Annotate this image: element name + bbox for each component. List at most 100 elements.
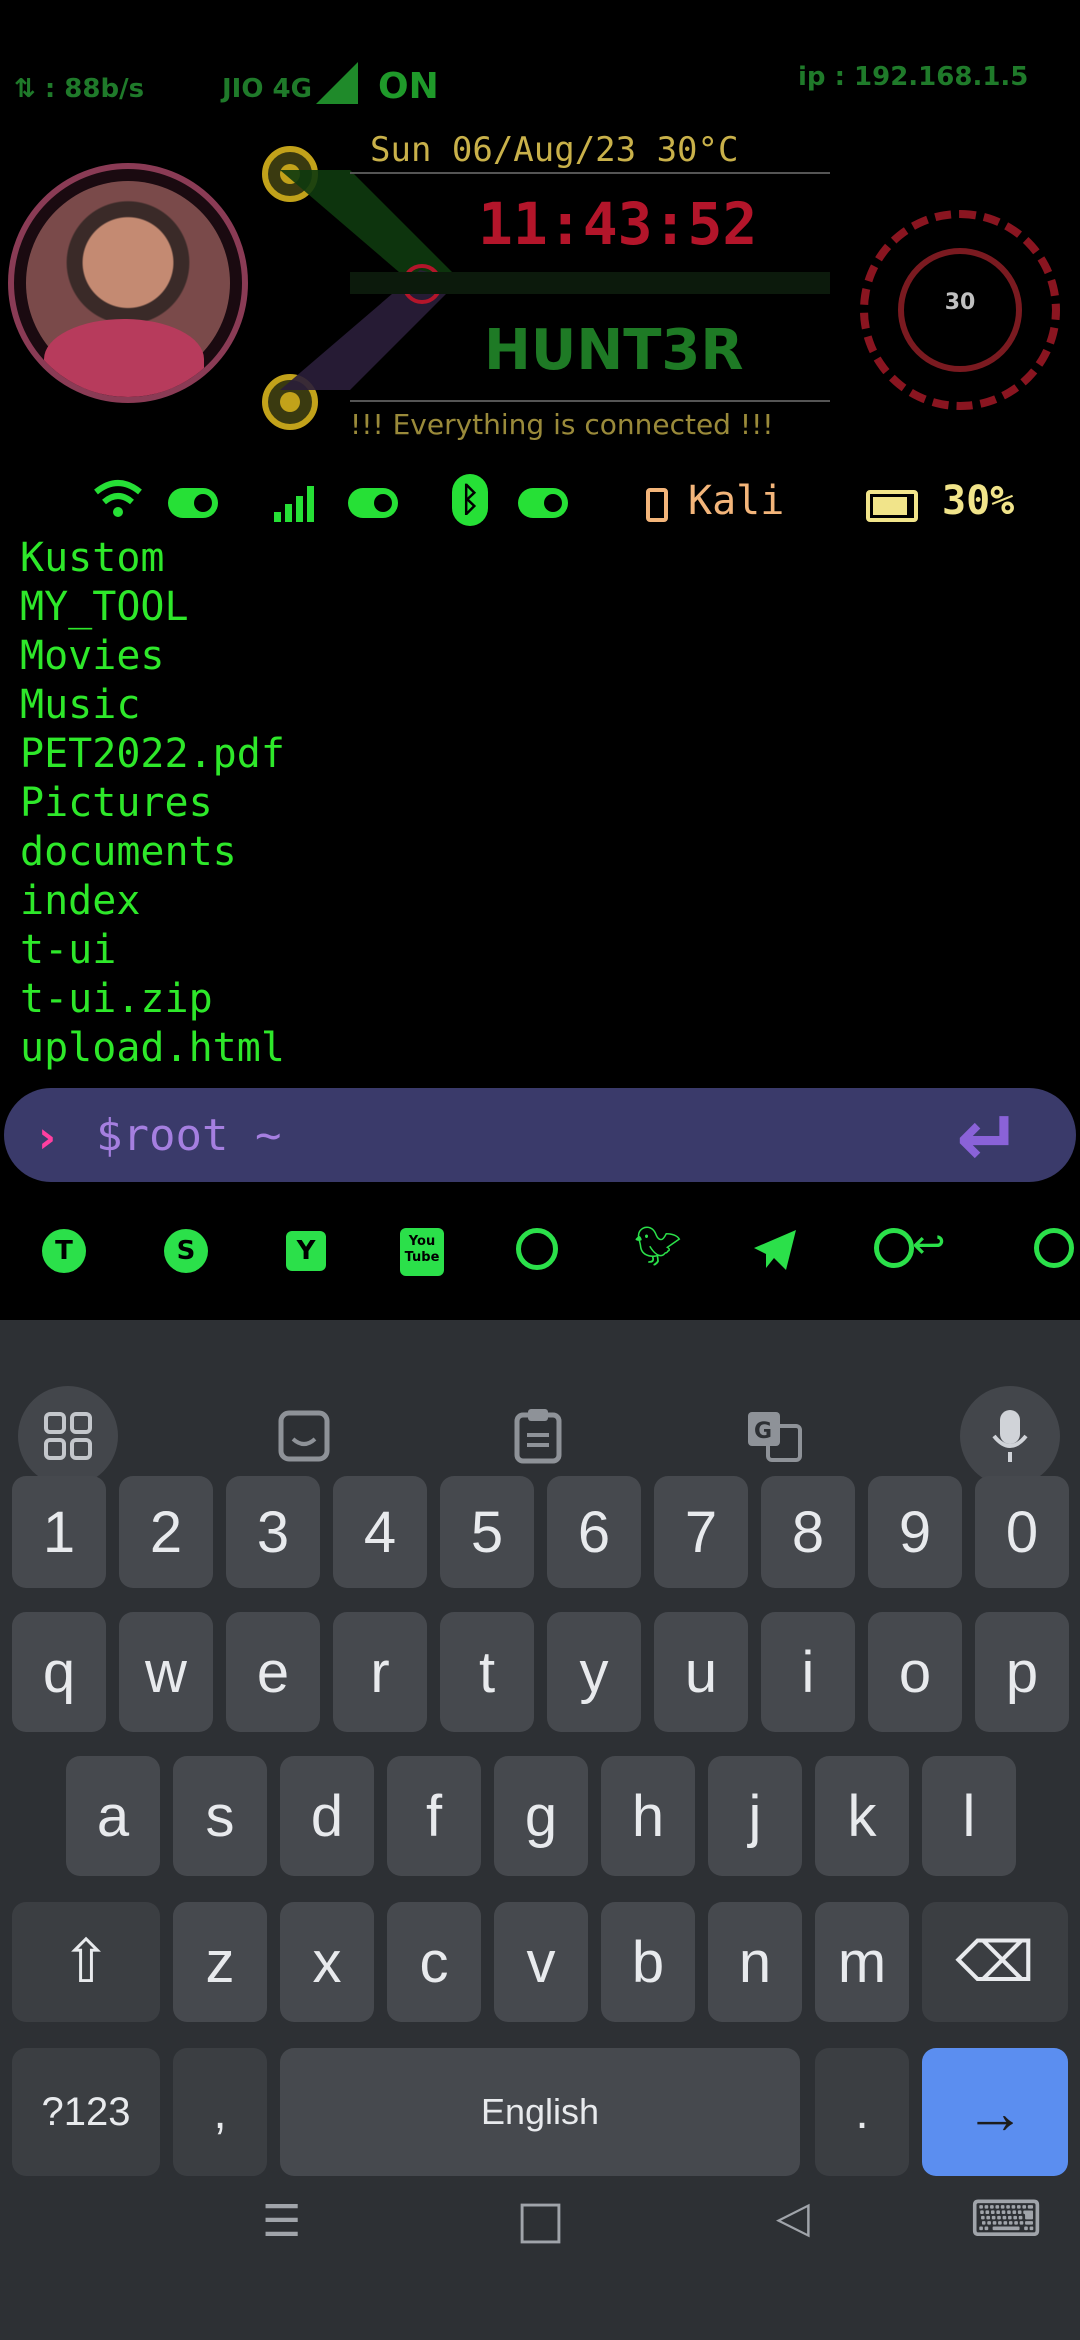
key-2[interactable]: 2 <box>119 1476 213 1588</box>
key-x[interactable]: x <box>280 1902 374 2022</box>
key-b[interactable]: b <box>601 1902 695 2022</box>
list-item: Music <box>20 682 141 728</box>
connection-message: !!! Everything is connected !!! <box>350 408 774 441</box>
key-u[interactable]: u <box>654 1612 748 1732</box>
app-t-icon[interactable]: T <box>42 1229 86 1273</box>
whatsapp-reply-icon[interactable] <box>874 1228 914 1268</box>
wifi-toggle[interactable] <box>168 488 218 518</box>
list-item: Pictures <box>20 780 213 826</box>
key-k[interactable]: k <box>815 1756 909 1876</box>
key-5[interactable]: 5 <box>440 1476 534 1588</box>
network-name: JIO 4G <box>222 74 312 104</box>
phone-icon <box>646 488 668 522</box>
header-band <box>350 272 830 294</box>
key-j[interactable]: j <box>708 1756 802 1876</box>
backspace-key[interactable]: ⌫ <box>922 1902 1068 2022</box>
key-z[interactable]: z <box>173 1902 267 2022</box>
whatsapp-business-icon[interactable] <box>1034 1228 1074 1268</box>
key-w[interactable]: w <box>119 1612 213 1732</box>
telegram-icon[interactable] <box>752 1228 798 1272</box>
prompt-chevron-icon: › <box>38 1112 57 1163</box>
avatar[interactable] <box>8 163 248 403</box>
shift-key[interactable]: ⇧ <box>12 1902 160 2022</box>
gauge-value: 30 <box>944 290 976 315</box>
key-6[interactable]: 6 <box>547 1476 641 1588</box>
prompt-text: $root ~ <box>96 1110 282 1161</box>
app-s-icon[interactable]: S <box>164 1229 208 1273</box>
key-9[interactable]: 9 <box>868 1476 962 1588</box>
youtube-icon[interactable]: You Tube <box>400 1228 444 1276</box>
translate-icon[interactable]: G <box>724 1386 824 1486</box>
app-y-icon[interactable]: Y <box>286 1231 326 1271</box>
device-label: Kali <box>688 478 785 524</box>
key-c[interactable]: c <box>387 1902 481 2022</box>
keyboard-switch-icon[interactable]: ⌨ <box>970 2190 1042 2248</box>
list-item: Kustom <box>20 535 165 581</box>
key-8[interactable]: 8 <box>761 1476 855 1588</box>
symbols-key[interactable]: ?123 <box>12 2048 160 2176</box>
key-1[interactable]: 1 <box>12 1476 106 1588</box>
key-s[interactable]: s <box>173 1756 267 1876</box>
sticker-icon[interactable] <box>254 1386 354 1486</box>
ip-address: ip : 192.168.1.5 <box>798 62 1029 92</box>
apps-grid-icon[interactable] <box>18 1386 118 1486</box>
bluetooth-icon: ᛒ <box>452 474 488 526</box>
network-state: ON <box>378 66 439 107</box>
mic-icon[interactable] <box>960 1386 1060 1486</box>
signal-strength-icon <box>316 62 358 104</box>
list-item: Movies <box>20 633 165 679</box>
comma-key[interactable]: , <box>173 2048 267 2176</box>
date-weather: Sun 06/Aug/23 30°C <box>370 130 739 170</box>
key-n[interactable]: n <box>708 1902 802 2022</box>
cellular-icon <box>274 486 314 522</box>
period-key[interactable]: . <box>815 2048 909 2176</box>
navigation-bar: ☰ □ ◁ ⌨ <box>0 2180 1080 2340</box>
wifi-icon <box>94 480 142 517</box>
key-v[interactable]: v <box>494 1902 588 2022</box>
key-i[interactable]: i <box>761 1612 855 1732</box>
list-item: upload.html <box>20 1025 285 1071</box>
key-4[interactable]: 4 <box>333 1476 427 1588</box>
whatsapp-icon[interactable] <box>516 1228 558 1270</box>
key-0[interactable]: 0 <box>975 1476 1069 1588</box>
svg-text:G: G <box>754 1419 772 1444</box>
space-key[interactable]: English <box>280 2048 800 2176</box>
key-g[interactable]: g <box>494 1756 588 1876</box>
home-icon[interactable]: □ <box>516 2190 565 2250</box>
list-item: documents <box>20 829 237 875</box>
list-item: PET2022.pdf <box>20 731 285 777</box>
enter-key[interactable]: → <box>922 2048 1068 2176</box>
clipboard-icon[interactable] <box>488 1386 588 1486</box>
list-item: t-ui <box>20 927 117 973</box>
list-item: MY_TOOL <box>20 584 189 630</box>
user-name: HUNT3R <box>484 318 744 383</box>
key-d[interactable]: d <box>280 1756 374 1876</box>
bluetooth-toggle[interactable] <box>518 488 568 518</box>
key-e[interactable]: e <box>226 1612 320 1732</box>
key-o[interactable]: o <box>868 1612 962 1732</box>
cellular-toggle[interactable] <box>348 488 398 518</box>
clock: 11:43:52 <box>478 190 758 258</box>
key-m[interactable]: m <box>815 1902 909 2022</box>
menu-icon[interactable]: ☰ <box>262 2196 301 2247</box>
enter-icon[interactable]: ↵ <box>956 1094 1021 1184</box>
key-7[interactable]: 7 <box>654 1476 748 1588</box>
key-r[interactable]: r <box>333 1612 427 1732</box>
key-h[interactable]: h <box>601 1756 695 1876</box>
back-icon[interactable]: ◁ <box>776 2192 810 2243</box>
key-t[interactable]: t <box>440 1612 534 1732</box>
battery-icon <box>866 490 918 522</box>
key-l[interactable]: l <box>922 1756 1016 1876</box>
terminal-output: Kustom MY_TOOL Movies Music PET2022.pdf … <box>20 534 285 1073</box>
key-3[interactable]: 3 <box>226 1476 320 1588</box>
network-speed: ⇅ : 88b/s <box>14 74 145 104</box>
key-p[interactable]: p <box>975 1612 1069 1732</box>
twitter-icon[interactable]: 🐦︎ <box>634 1224 682 1269</box>
gauge-widget: 30 <box>860 210 1060 410</box>
header-divider-bottom <box>350 400 830 402</box>
key-y[interactable]: y <box>547 1612 641 1732</box>
key-a[interactable]: a <box>66 1756 160 1876</box>
header-divider-top <box>350 172 830 174</box>
key-f[interactable]: f <box>387 1756 481 1876</box>
key-q[interactable]: q <box>12 1612 106 1732</box>
